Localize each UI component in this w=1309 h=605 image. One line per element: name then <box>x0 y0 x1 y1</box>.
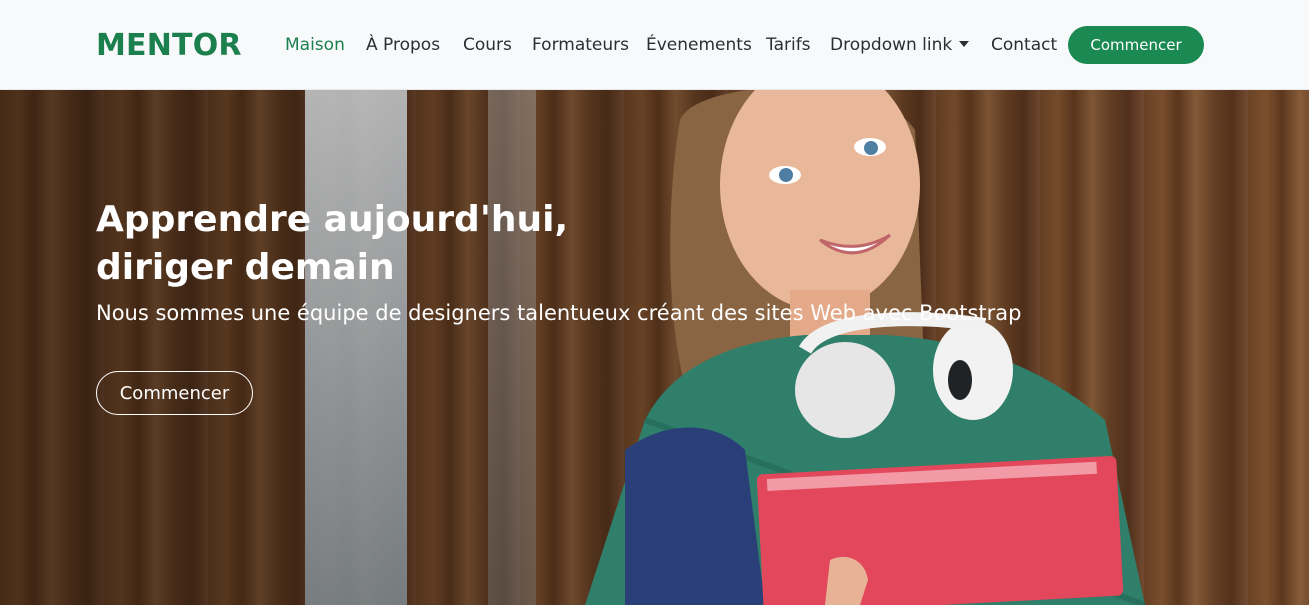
nav-link-tarifs[interactable]: Tarifs <box>766 33 811 57</box>
nav-dropdown-link[interactable]: Dropdown link <box>830 33 970 57</box>
hero-title: Apprendre aujourd'hui, diriger demain <box>96 196 716 292</box>
nav-link-a-propos[interactable]: À Propos <box>366 33 440 57</box>
nav-dropdown-label: Dropdown link <box>830 35 953 55</box>
nav-link-formateurs[interactable]: Formateurs <box>532 33 629 57</box>
hero-subtitle: Nous sommes une équipe de designers tale… <box>96 301 1022 325</box>
hero-section: Apprendre aujourd'hui, diriger demain No… <box>0 90 1309 605</box>
hero-title-line-2: diriger demain <box>96 247 395 288</box>
caret-down-icon <box>959 41 970 47</box>
nav-link-evenements[interactable]: Évenements <box>646 33 752 57</box>
nav-link-cours[interactable]: Cours <box>463 33 512 57</box>
student-photo <box>585 90 1147 605</box>
background-plank <box>488 90 536 605</box>
background-plank <box>305 90 407 605</box>
nav-link-maison[interactable]: Maison <box>285 33 345 57</box>
hero-title-line-1: Apprendre aujourd'hui, <box>96 199 569 240</box>
commencer-hero-button[interactable]: Commencer <box>96 371 253 415</box>
commencer-nav-button[interactable]: Commencer <box>1068 26 1204 64</box>
navbar: MENTOR Maison À Propos Cours Formateurs … <box>0 0 1309 90</box>
nav-link-contact[interactable]: Contact <box>991 33 1057 57</box>
